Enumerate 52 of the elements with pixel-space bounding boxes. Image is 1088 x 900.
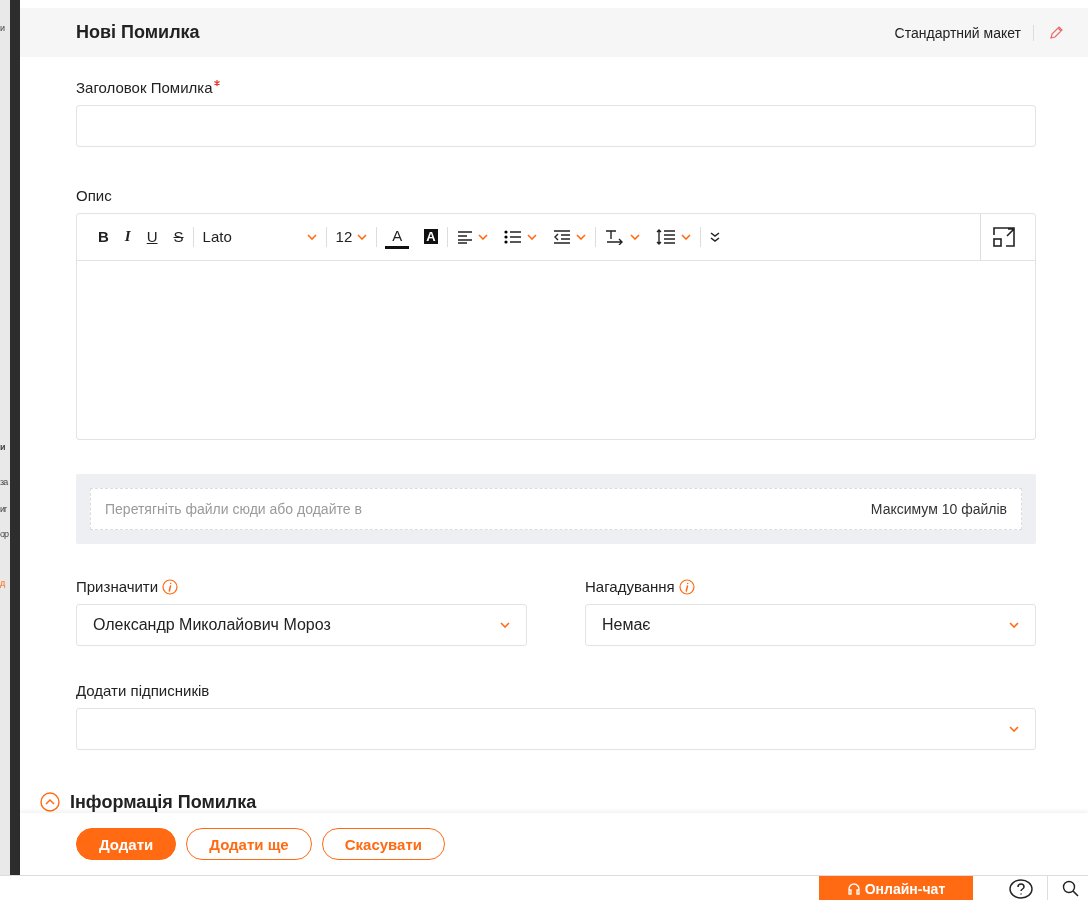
caret-icon [1009, 726, 1019, 732]
background-text: д [0, 579, 6, 588]
field-label: Додати підписників [76, 682, 210, 700]
background-text: ор [0, 530, 10, 539]
collapse-icon[interactable] [40, 792, 60, 813]
layout-name: Стандартний макет [894, 24, 1034, 41]
info-icon[interactable] [162, 579, 179, 595]
strikethrough-button[interactable]: S [166, 221, 191, 252]
caret-icon [500, 622, 510, 628]
line-height-icon [655, 228, 676, 245]
caret-icon [1009, 622, 1019, 628]
title-input[interactable] [76, 104, 1036, 147]
bullet-list-icon [503, 229, 522, 244]
select-field[interactable]: Олександр Миколайович Мороз [76, 604, 527, 646]
background-text: за [0, 478, 9, 487]
font-dropdown[interactable]: Lato [195, 221, 324, 252]
caret-icon [680, 233, 691, 240]
font-color-button[interactable]: A [385, 224, 410, 249]
align-left-icon [456, 229, 473, 244]
dialog-title: Нові Помилка [76, 22, 201, 43]
field-label: Опис [76, 187, 112, 205]
field-label: Заголовок Помилка [76, 79, 213, 97]
expand-icon [990, 224, 1018, 249]
caret-icon [357, 233, 368, 240]
underline-button[interactable]: U [139, 221, 165, 252]
outdent-icon [552, 229, 571, 244]
background-text: и [0, 443, 6, 452]
info-icon[interactable] [678, 579, 695, 595]
headset-icon [846, 881, 861, 896]
pencil-icon[interactable] [1048, 24, 1064, 41]
field-label: Нагадування [585, 578, 675, 596]
text-direction-icon [604, 228, 625, 245]
zoom-icon[interactable] [1062, 879, 1080, 898]
bold-button[interactable]: B [91, 221, 116, 252]
select-field[interactable] [76, 708, 1036, 750]
italic-button[interactable]: I [117, 221, 138, 252]
caret-icon [629, 233, 640, 240]
caret-icon [306, 233, 317, 240]
help-icon[interactable] [1009, 878, 1033, 899]
drop-zone[interactable]: Перетягніть файли сюди або додайте в Максимум 10 файлів [90, 488, 1022, 530]
rich-text-editor[interactable]: B I U S Lato 12 A A [76, 212, 1036, 440]
background-text: и [0, 24, 6, 33]
highlight-button[interactable]: A [417, 221, 445, 252]
background-text: иг [0, 505, 8, 514]
section-title: Інформація Помилка [70, 792, 257, 813]
field-label: Призначити [76, 578, 159, 596]
double-chevron-icon [709, 231, 720, 242]
font-size-dropdown[interactable]: 12 [328, 221, 375, 252]
caret-icon [477, 233, 488, 240]
caret-icon [526, 233, 537, 240]
select-field[interactable]: Немає [585, 604, 1036, 646]
caret-icon [575, 233, 586, 240]
